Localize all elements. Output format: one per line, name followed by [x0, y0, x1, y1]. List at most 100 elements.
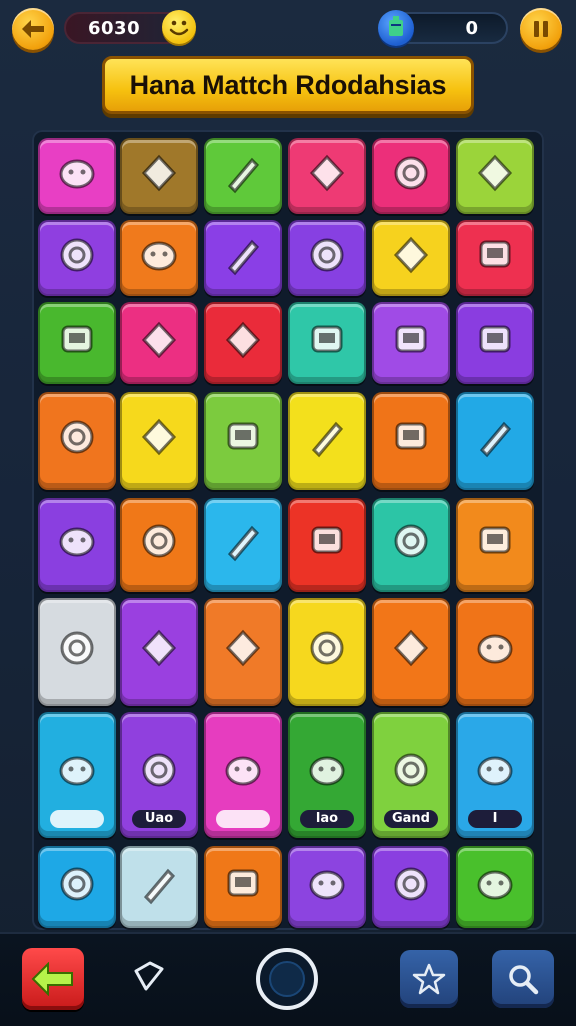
tile[interactable] — [120, 302, 198, 384]
blue-jar-icon — [477, 634, 513, 664]
tile[interactable] — [204, 392, 282, 490]
magnifier-leaf-icon — [60, 238, 94, 272]
tile[interactable] — [372, 392, 450, 490]
back-button[interactable] — [12, 8, 54, 50]
computer-monitor-icon — [141, 241, 177, 271]
tile[interactable] — [38, 138, 116, 214]
search-button[interactable] — [492, 950, 554, 1008]
captain-face-icon — [225, 629, 261, 667]
tile[interactable] — [38, 392, 116, 490]
tile-label — [216, 810, 270, 828]
tv-box-icon — [141, 321, 177, 359]
tile[interactable] — [288, 392, 366, 490]
tile[interactable] — [372, 498, 450, 592]
tile[interactable] — [204, 846, 282, 928]
tile[interactable] — [288, 138, 366, 214]
ghost-frog-icon — [395, 325, 427, 353]
game-title: Hana Mattch Rdodahsias — [129, 69, 447, 100]
pause-button[interactable] — [520, 8, 562, 50]
tile[interactable] — [288, 598, 366, 706]
tile[interactable] — [372, 598, 450, 706]
virus-face-icon — [479, 240, 511, 268]
tile[interactable]: lao — [288, 712, 366, 838]
tile[interactable] — [120, 220, 198, 296]
map-pin-icon — [60, 420, 94, 454]
apple-face-icon — [227, 157, 260, 194]
tile[interactable] — [372, 220, 450, 296]
tile[interactable] — [120, 846, 198, 928]
wrench-icon — [394, 156, 428, 190]
bear-cup-icon — [141, 629, 177, 667]
arrow-left-icon — [22, 20, 44, 38]
bottom-navigation — [0, 932, 576, 1026]
tile[interactable] — [456, 846, 534, 928]
tile[interactable] — [204, 712, 282, 838]
tile[interactable] — [120, 598, 198, 706]
green-dino-icon — [142, 524, 176, 558]
tile[interactable] — [456, 302, 534, 384]
tile[interactable] — [372, 138, 450, 214]
cassette-radio-icon — [59, 527, 95, 557]
tile[interactable] — [204, 302, 282, 384]
tile[interactable] — [456, 392, 534, 490]
tile[interactable] — [120, 392, 198, 490]
hammer-card-icon — [227, 526, 260, 562]
tile[interactable] — [38, 302, 116, 384]
tile[interactable]: I — [456, 712, 534, 838]
diamond-button[interactable] — [128, 956, 168, 996]
tile[interactable] — [372, 302, 450, 384]
toolbox-icon — [310, 631, 344, 665]
score-value: 6030 — [88, 18, 141, 39]
tile[interactable] — [204, 220, 282, 296]
tile[interactable] — [288, 220, 366, 296]
bandage-coin-icon — [59, 756, 95, 786]
robot-icon — [60, 631, 94, 665]
green-rocket-icon — [479, 526, 511, 554]
tile[interactable] — [38, 498, 116, 592]
diamond-outline-icon — [134, 961, 164, 991]
top-bar: 6030 0 — [0, 0, 576, 62]
smiley-face-icon — [162, 10, 196, 44]
paper-bag-icon — [394, 867, 428, 901]
tile[interactable]: Gand — [372, 712, 450, 838]
tile[interactable] — [204, 498, 282, 592]
tile[interactable] — [204, 138, 282, 214]
tile[interactable]: Uao — [120, 712, 198, 838]
phone-icon — [225, 756, 261, 786]
blue-gem-icon — [378, 10, 414, 46]
crossed-pencil-icon — [479, 325, 511, 353]
desk-lamp-icon — [479, 422, 512, 458]
pearl-potion-icon — [477, 756, 513, 786]
favorites-button[interactable] — [400, 950, 458, 1008]
back-nav-button[interactable] — [22, 948, 84, 1010]
tile[interactable] — [120, 498, 198, 592]
red-ring-icon — [60, 867, 94, 901]
tile[interactable] — [204, 598, 282, 706]
tile[interactable] — [38, 846, 116, 928]
tile[interactable] — [38, 220, 116, 296]
character-face-icon — [477, 154, 513, 192]
green-bush-icon — [141, 419, 177, 456]
pink-roll-icon — [395, 422, 427, 450]
ring-donut-icon — [225, 321, 261, 359]
tile[interactable] — [120, 138, 198, 214]
game-board: Uao lao Gand I — [32, 130, 544, 930]
tile[interactable] — [288, 498, 366, 592]
tile[interactable] — [372, 846, 450, 928]
paper-plane-icon — [309, 154, 345, 192]
tile[interactable] — [456, 138, 534, 214]
tile[interactable] — [288, 846, 366, 928]
tile[interactable] — [456, 498, 534, 592]
center-action-button[interactable] — [256, 948, 318, 1010]
tile-label: Gand — [384, 810, 438, 828]
search-icon — [509, 965, 539, 995]
bear-face-icon — [227, 239, 260, 276]
tile[interactable] — [38, 712, 116, 838]
tile[interactable] — [456, 598, 534, 706]
tile[interactable] — [456, 220, 534, 296]
tile[interactable] — [288, 302, 366, 384]
hexagon-gem-icon — [310, 238, 344, 272]
paint-brush-icon — [311, 325, 343, 353]
arcade-cabinet-icon — [309, 756, 345, 786]
tile[interactable] — [38, 598, 116, 706]
